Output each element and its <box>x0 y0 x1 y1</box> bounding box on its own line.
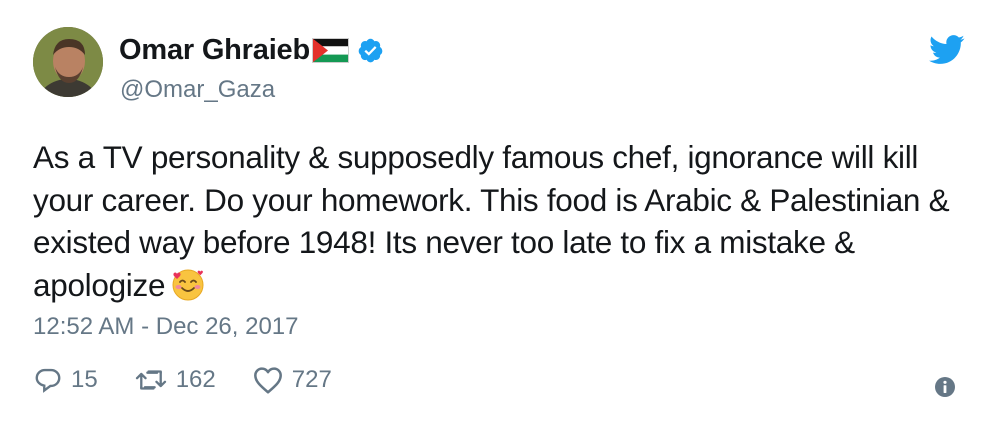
tweet-text: As a TV personality & supposedly famous … <box>33 136 973 306</box>
palestine-flag-icon <box>312 37 349 63</box>
retweet-button[interactable]: 162 <box>134 365 216 395</box>
reply-button[interactable]: 15 <box>33 365 98 395</box>
reply-count: 15 <box>71 366 98 393</box>
retweet-count: 162 <box>175 366 216 393</box>
tweet-card: Omar Ghraieb @Omar_Gaza As a TV personal… <box>0 0 1000 421</box>
info-icon[interactable] <box>934 376 956 398</box>
heart-icon <box>252 365 284 395</box>
user-name-row: Omar Ghraieb <box>119 30 384 70</box>
avatar[interactable] <box>33 27 103 97</box>
like-count: 727 <box>291 366 332 393</box>
avatar-image <box>33 27 103 97</box>
tweet-timestamp[interactable]: 12:52 AM - Dec 26, 2017 <box>33 313 299 341</box>
reply-icon <box>33 365 63 395</box>
tweet-actions: 15 162 727 <box>33 362 332 398</box>
user-handle[interactable]: @Omar_Gaza <box>120 76 275 104</box>
like-button[interactable]: 727 <box>252 365 332 395</box>
smiling-face-with-hearts-emoji-icon <box>171 268 205 302</box>
verified-badge-icon <box>357 37 384 64</box>
retweet-icon <box>134 365 168 395</box>
display-name[interactable]: Omar Ghraieb <box>119 34 310 67</box>
twitter-bird-icon[interactable] <box>929 35 965 65</box>
